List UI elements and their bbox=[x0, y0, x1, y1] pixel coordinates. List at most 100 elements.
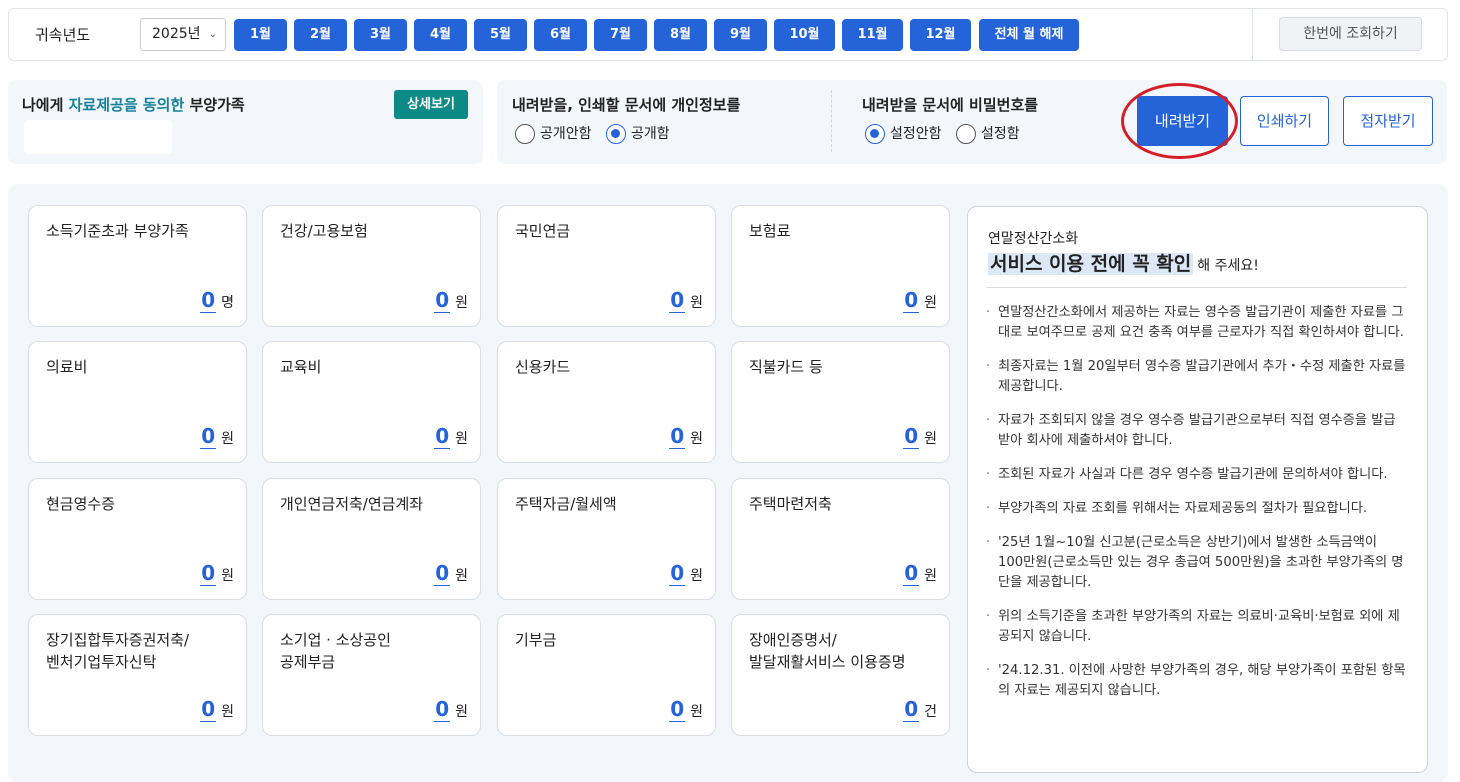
month-button-8[interactable]: 8월 bbox=[654, 19, 707, 51]
consented-dependents-panel: 나에게 자료제공을 동의한 부양가족 상세보기 bbox=[8, 80, 483, 164]
deduction-card[interactable]: 건강/고용보험 0 원 bbox=[262, 205, 481, 327]
card-title: 의료비 bbox=[46, 358, 88, 376]
card-amount-value[interactable]: 0 bbox=[434, 561, 451, 586]
card-amount-value[interactable]: 0 bbox=[434, 424, 451, 449]
card-amount: 0원 bbox=[434, 697, 468, 722]
card-amount: 0원 bbox=[434, 561, 468, 586]
deduction-card[interactable]: 의료비 0 원 bbox=[28, 341, 247, 463]
notice-item: 조회된 자료가 사실과 다른 경우 영수증 발급기관에 문의하셔야 합니다. bbox=[986, 465, 1406, 485]
month-button-12[interactable]: 12월 bbox=[910, 19, 971, 51]
card-amount-value[interactable]: 0 bbox=[200, 288, 217, 313]
card-amount-unit: 원 bbox=[455, 704, 468, 720]
privacy-option-title: 내려받을, 인쇄할 문서에 개인정보를 bbox=[512, 96, 741, 114]
deduction-card[interactable]: 국민연금 0 원 bbox=[497, 205, 716, 327]
month-button-11[interactable]: 11월 bbox=[842, 19, 903, 51]
month-button-3[interactable]: 3월 bbox=[354, 19, 407, 51]
privacy-show-radio[interactable]: 공개함 bbox=[606, 124, 670, 146]
card-amount-value[interactable]: 0 bbox=[200, 424, 217, 449]
notice-item: 부양가족의 자료 조회를 위해서는 자료제공동의 절차가 필요합니다. bbox=[986, 499, 1406, 519]
month-button-4[interactable]: 4월 bbox=[414, 19, 467, 51]
dependents-title-highlight: 자료제공을 동의한 bbox=[68, 96, 185, 114]
card-amount-value[interactable]: 0 bbox=[903, 697, 920, 722]
query-once-button[interactable]: 한번에 조회하기 bbox=[1279, 17, 1422, 51]
month-button-7[interactable]: 7월 bbox=[594, 19, 647, 51]
card-amount-value[interactable]: 0 bbox=[669, 288, 686, 313]
card-amount: 0건 bbox=[903, 697, 937, 722]
deduction-card[interactable]: 장애인증명서/ 발달재활서비스 이용증명 0 건 bbox=[731, 614, 950, 736]
card-title: 건강/고용보험 bbox=[280, 222, 368, 240]
card-amount: 0원 bbox=[903, 288, 937, 313]
card-amount-value[interactable]: 0 bbox=[434, 697, 451, 722]
card-amount-unit: 원 bbox=[455, 431, 468, 447]
card-title: 교육비 bbox=[280, 358, 322, 376]
card-amount: 0원 bbox=[434, 424, 468, 449]
password-off-radio[interactable]: 설정안함 bbox=[865, 124, 942, 146]
clear-all-months-button[interactable]: 전체 월 해제 bbox=[979, 19, 1079, 51]
card-title: 신용카드 bbox=[515, 358, 571, 376]
radio-circle-selected bbox=[606, 124, 626, 144]
card-amount-value[interactable]: 0 bbox=[669, 561, 686, 586]
deduction-card[interactable]: 보험료 0 원 bbox=[731, 205, 950, 327]
card-amount-value[interactable]: 0 bbox=[903, 561, 920, 586]
notice-item: 최종자료는 1월 20일부터 영수증 발급기관에서 추가・수정 제출한 자료를 … bbox=[986, 357, 1406, 397]
card-amount-value[interactable]: 0 bbox=[903, 424, 920, 449]
card-amount-value[interactable]: 0 bbox=[669, 697, 686, 722]
month-button-2[interactable]: 2월 bbox=[294, 19, 347, 51]
dependents-list-redacted bbox=[24, 120, 172, 154]
card-amount: 0원 bbox=[669, 288, 703, 313]
deduction-card[interactable]: 주택자금/월세액 0 원 bbox=[497, 478, 716, 600]
card-amount-unit: 원 bbox=[690, 568, 703, 584]
notice-item: 자료가 조회되지 않을 경우 영수증 발급기관으로부터 직접 영수증을 발급받아… bbox=[986, 411, 1406, 451]
deduction-card[interactable]: 직불카드 등 0원 bbox=[731, 341, 950, 463]
notice-heading-main: 서비스 이용 전에 꼭 확인 bbox=[988, 253, 1194, 275]
deduction-card[interactable]: 개인연금저축/연금계좌 0 원 bbox=[262, 478, 481, 600]
notice-heading-tail: 해 주세요! bbox=[1197, 258, 1259, 274]
print-button[interactable]: 인쇄하기 bbox=[1240, 96, 1329, 146]
deduction-card[interactable]: 소기업 · 소상공인 공제부금 0 원 bbox=[262, 614, 481, 736]
dependents-title-suffix: 부양가족 bbox=[184, 96, 245, 114]
card-title: 개인연금저축/연금계좌 bbox=[280, 495, 424, 513]
deduction-card[interactable]: 주택마련저축 0 원 bbox=[731, 478, 950, 600]
card-amount: 0원 bbox=[200, 697, 234, 722]
card-amount-value[interactable]: 0 bbox=[434, 288, 451, 313]
deduction-card[interactable]: 교육비 0 원 bbox=[262, 341, 481, 463]
card-amount: 0원 bbox=[669, 424, 703, 449]
card-amount-unit: 건 bbox=[924, 704, 937, 720]
notice-item: 연말정산간소화에서 제공하는 자료는 영수증 발급기관이 제출한 자료를 그대로… bbox=[986, 303, 1406, 343]
divider bbox=[831, 90, 832, 152]
notice-item: 위의 소득기준을 초과한 부양가족의 자료는 의료비·교육비·보험료 외에 제공… bbox=[986, 607, 1406, 647]
card-amount: 0원 bbox=[434, 288, 468, 313]
card-amount-value[interactable]: 0 bbox=[903, 288, 920, 313]
year-label: 귀속년도 bbox=[35, 26, 91, 44]
privacy-hide-radio[interactable]: 공개안함 bbox=[515, 124, 592, 146]
month-button-5[interactable]: 5월 bbox=[474, 19, 527, 51]
deduction-card[interactable]: 장기집합투자증권저축/ 벤처기업투자신탁 0 원 bbox=[28, 614, 247, 736]
card-amount-value[interactable]: 0 bbox=[200, 561, 217, 586]
card-title: 소득기준초과 부양가족 bbox=[46, 222, 189, 240]
divider bbox=[987, 287, 1407, 288]
card-title: 보험료 bbox=[749, 222, 791, 240]
month-button-1[interactable]: 1월 bbox=[234, 19, 287, 51]
deduction-card[interactable]: 신용카드 0 원 bbox=[497, 341, 716, 463]
card-title: 장기집합투자증권저축/ 벤처기업투자신탁 bbox=[46, 631, 190, 671]
braille-button[interactable]: 점자받기 bbox=[1343, 96, 1433, 146]
month-button-10[interactable]: 10월 bbox=[774, 19, 835, 51]
card-amount-unit: 원 bbox=[690, 431, 703, 447]
card-amount-unit: 원 bbox=[924, 431, 937, 447]
card-amount: 0원 bbox=[200, 424, 234, 449]
deduction-card[interactable]: 기부금 0 원 bbox=[497, 614, 716, 736]
card-amount-value[interactable]: 0 bbox=[669, 424, 686, 449]
deduction-card[interactable]: 소득기준초과 부양가족 0 명 bbox=[28, 205, 247, 327]
deduction-card[interactable]: 현금영수증 0 원 bbox=[28, 478, 247, 600]
month-button-6[interactable]: 6월 bbox=[534, 19, 587, 51]
card-amount-unit: 원 bbox=[924, 295, 937, 311]
card-amount-unit: 원 bbox=[924, 568, 937, 584]
card-amount-value[interactable]: 0 bbox=[200, 697, 217, 722]
card-title: 주택자금/월세액 bbox=[515, 495, 617, 513]
password-option-title: 내려받을 문서에 비밀번호를 bbox=[862, 96, 1039, 114]
month-button-9[interactable]: 9월 bbox=[714, 19, 767, 51]
view-details-button[interactable]: 상세보기 bbox=[394, 90, 468, 119]
year-month-bar: 귀속년도 2025년 ⌄ 1월 2월 3월 4월 5월 6월 7월 8월 9월 … bbox=[8, 8, 1448, 61]
year-select[interactable]: 2025년 ⌄ bbox=[140, 18, 226, 51]
password-on-radio[interactable]: 설정함 bbox=[956, 124, 1020, 146]
